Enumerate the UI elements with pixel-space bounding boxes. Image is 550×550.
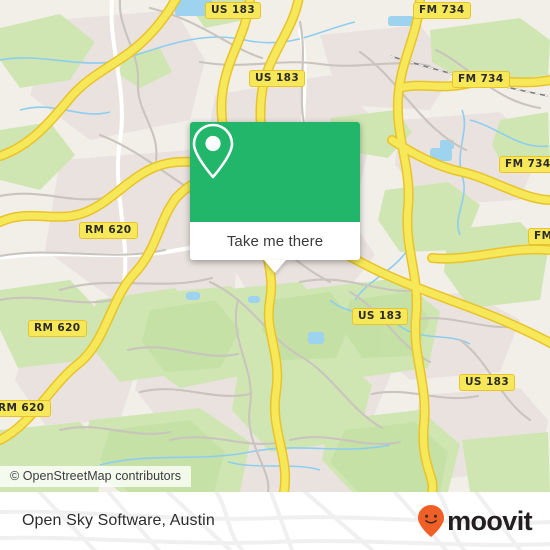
map-pin-icon — [192, 123, 234, 179]
map-canvas[interactable]: US 183 FM 734 US 183 FM 734 FM 734 FM 73… — [0, 0, 550, 492]
moovit-logo[interactable]: moovit — [417, 504, 533, 538]
shield-us-183-bottom: US 183 — [459, 374, 516, 391]
moovit-map-screen: US 183 FM 734 US 183 FM 734 FM 734 FM 73… — [0, 0, 550, 550]
shield-fm-734-upper: FM 734 — [452, 71, 510, 88]
shield-fm-734-right-edge: FM 734 — [528, 228, 550, 245]
shield-us-183-lower: US 183 — [352, 308, 409, 325]
shield-us-183-top: US 183 — [205, 2, 262, 19]
shield-rm-620-upper: RM 620 — [79, 222, 138, 239]
shield-fm-734-top: FM 734 — [413, 2, 471, 19]
moovit-wordmark: moovit — [447, 505, 533, 536]
shield-us-183-upper: US 183 — [249, 70, 306, 87]
place-title: Open Sky Software, Austin — [22, 512, 215, 529]
shield-rm-620-lower: RM 620 — [0, 400, 51, 417]
popup-footer[interactable]: Take me there — [190, 222, 360, 273]
take-me-there-label: Take me there — [226, 232, 324, 250]
location-popup-card[interactable]: Take me there — [190, 122, 360, 273]
shield-fm-734-right: FM 734 — [499, 156, 550, 173]
popup-header — [190, 122, 360, 222]
popup-pointer-tail — [264, 260, 286, 273]
bottom-info-bar: Open Sky Software, Austin moovit — [0, 492, 550, 550]
moovit-pin-icon — [418, 505, 445, 537]
shield-rm-620-mid: RM 620 — [28, 320, 87, 337]
map-attribution[interactable]: © OpenStreetMap contributors — [0, 466, 192, 487]
